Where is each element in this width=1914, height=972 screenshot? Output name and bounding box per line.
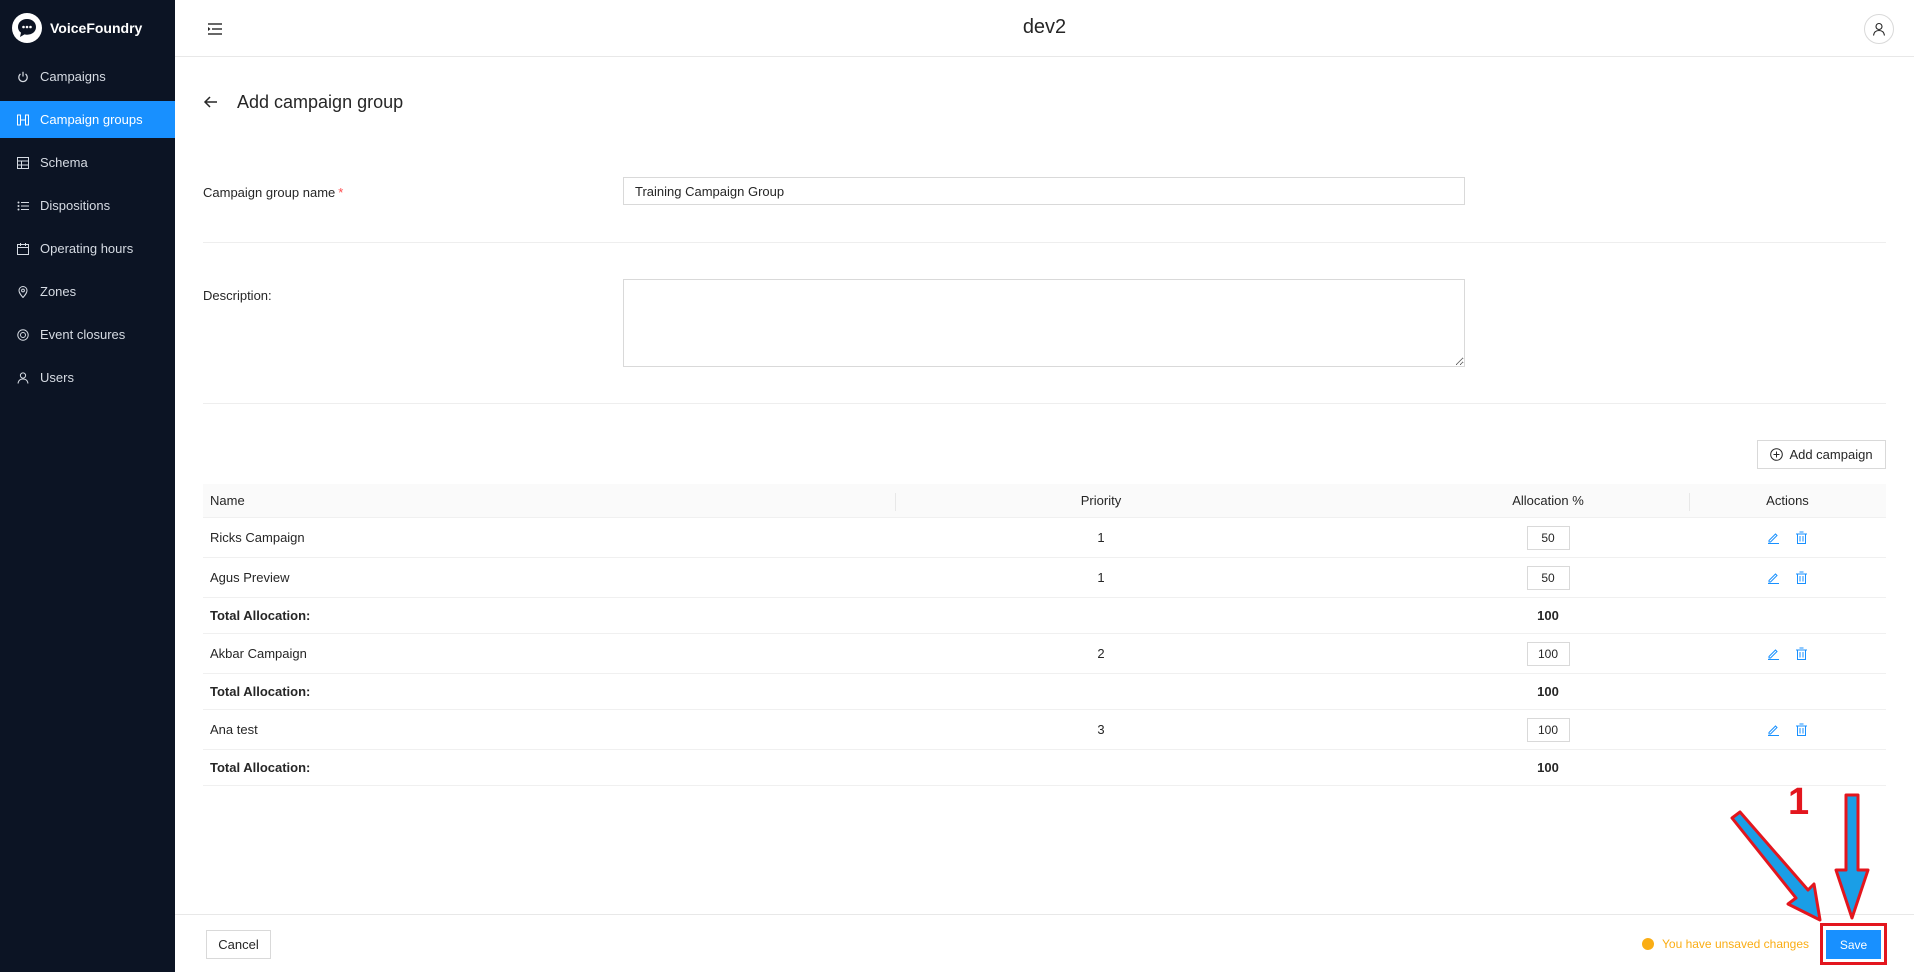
required-mark: * [338, 185, 344, 200]
table-icon [16, 156, 30, 170]
arrow-left-icon[interactable] [203, 94, 221, 112]
total-allocation-row: Total Allocation: 100 [203, 674, 1886, 710]
campaign-group-name-label: Campaign group name * [203, 185, 343, 200]
column-header-name: Name [210, 493, 245, 508]
campaign-name: Ana test [210, 722, 258, 737]
campaign-name: Ricks Campaign [210, 530, 305, 545]
allocation-input[interactable] [1526, 641, 1570, 666]
campaign-name: Agus Preview [210, 570, 290, 585]
divider [203, 242, 1886, 243]
sidebar-item-label: Schema [40, 155, 88, 170]
delete-icon[interactable] [1795, 571, 1809, 585]
description-label: Description: [203, 288, 272, 303]
page-header: Add campaign group [203, 92, 403, 113]
warning-icon [1642, 938, 1654, 950]
total-allocation-label: Total Allocation: [210, 684, 311, 699]
allocation-input[interactable] [1526, 525, 1570, 550]
total-allocation-label: Total Allocation: [210, 608, 311, 623]
edit-icon[interactable] [1767, 571, 1781, 585]
campaign-priority: 1 [1097, 570, 1105, 585]
brand-name: VoiceFoundry [50, 20, 143, 36]
table-header: Name Priority Allocation % Actions [203, 484, 1886, 518]
total-allocation-row: Total Allocation: 100 [203, 598, 1886, 634]
campaign-priority: 1 [1097, 530, 1105, 545]
sidebar-item-dispositions[interactable]: Dispositions [0, 187, 175, 224]
top-header: dev2 [175, 0, 1914, 57]
user-icon [16, 371, 30, 385]
plus-circle-icon [1770, 448, 1784, 461]
delete-icon[interactable] [1795, 531, 1809, 545]
unsaved-changes-text: You have unsaved changes [1662, 937, 1810, 951]
row-actions [1689, 558, 1886, 597]
sidebar-item-label: Operating hours [40, 241, 134, 256]
total-allocation-value: 100 [1537, 760, 1559, 775]
save-button[interactable]: Save [1826, 930, 1881, 959]
sidebar-item-users[interactable]: Users [0, 359, 175, 396]
sidebar-item-label: Zones [40, 284, 77, 299]
table-row: Agus Preview 1 [203, 558, 1886, 598]
total-allocation-row: Total Allocation: 100 [203, 750, 1886, 786]
header-title: dev2 [1022, 16, 1067, 38]
sidebar-item-label: Campaign groups [40, 112, 143, 127]
table-row: Ana test 3 [203, 710, 1886, 750]
power-icon [16, 70, 30, 84]
location-icon [16, 285, 30, 299]
divider [203, 403, 1886, 404]
annotation-step-number: 1 [1788, 781, 1810, 823]
unsaved-changes-notice: You have unsaved changes [1642, 937, 1809, 951]
sidebar-item-label: Dispositions [40, 198, 111, 213]
calendar-icon [16, 242, 30, 256]
sidebar-nav: Campaigns Campaign groups Schema Disposi… [0, 58, 175, 402]
user-avatar-icon[interactable] [1864, 14, 1894, 44]
edit-icon[interactable] [1767, 531, 1781, 545]
row-actions [1689, 710, 1886, 749]
description-textarea[interactable] [623, 279, 1465, 367]
brand[interactable]: VoiceFoundry [12, 10, 142, 46]
total-allocation-value: 100 [1537, 684, 1559, 699]
sidebar-item-label: Event closures [40, 327, 126, 342]
page-title: Add campaign group [237, 92, 404, 112]
annotation-arrows-icon [1730, 793, 1870, 922]
delete-icon[interactable] [1795, 723, 1809, 737]
table-row: Akbar Campaign 2 [203, 634, 1886, 674]
row-actions [1689, 518, 1886, 557]
group-icon [16, 113, 30, 127]
sidebar-item-campaign-groups[interactable]: Campaign groups [0, 101, 175, 138]
sidebar-item-event-closures[interactable]: Event closures [0, 316, 175, 353]
add-campaign-button[interactable]: Add campaign [1757, 440, 1886, 469]
sidebar: VoiceFoundry Campaigns Campaign groups S… [0, 0, 175, 972]
edit-icon[interactable] [1767, 723, 1781, 737]
add-campaign-label: Add campaign [1789, 447, 1873, 462]
sidebar-item-label: Campaigns [40, 69, 106, 84]
campaigns-table: Name Priority Allocation % Actions Ricks… [203, 484, 1886, 786]
campaign-priority: 3 [1097, 722, 1105, 737]
sidebar-item-label: Users [40, 370, 74, 385]
column-header-priority: Priority [1080, 493, 1122, 508]
sidebar-item-schema[interactable]: Schema [0, 144, 175, 181]
edit-icon[interactable] [1767, 647, 1781, 661]
campaign-name: Akbar Campaign [210, 646, 307, 661]
target-icon [16, 328, 30, 342]
campaign-group-name-input[interactable] [623, 177, 1465, 205]
label-text: Campaign group name [203, 185, 336, 200]
table-row: Ricks Campaign 1 [203, 518, 1886, 558]
campaign-priority: 2 [1097, 646, 1105, 661]
row-actions [1689, 634, 1886, 673]
total-allocation-label: Total Allocation: [210, 760, 311, 775]
sidebar-item-campaigns[interactable]: Campaigns [0, 58, 175, 95]
cancel-button[interactable]: Cancel [206, 930, 271, 959]
sidebar-item-zones[interactable]: Zones [0, 273, 175, 310]
allocation-input[interactable] [1526, 717, 1570, 742]
list-icon [16, 199, 30, 213]
voicefoundry-logo-icon [12, 13, 42, 43]
sidebar-item-operating-hours[interactable]: Operating hours [0, 230, 175, 267]
total-allocation-value: 100 [1537, 608, 1559, 623]
allocation-input[interactable] [1526, 565, 1570, 590]
delete-icon[interactable] [1795, 647, 1809, 661]
footer-bar: Cancel You have unsaved changes Save [175, 914, 1914, 972]
column-header-actions: Actions [1766, 493, 1809, 508]
